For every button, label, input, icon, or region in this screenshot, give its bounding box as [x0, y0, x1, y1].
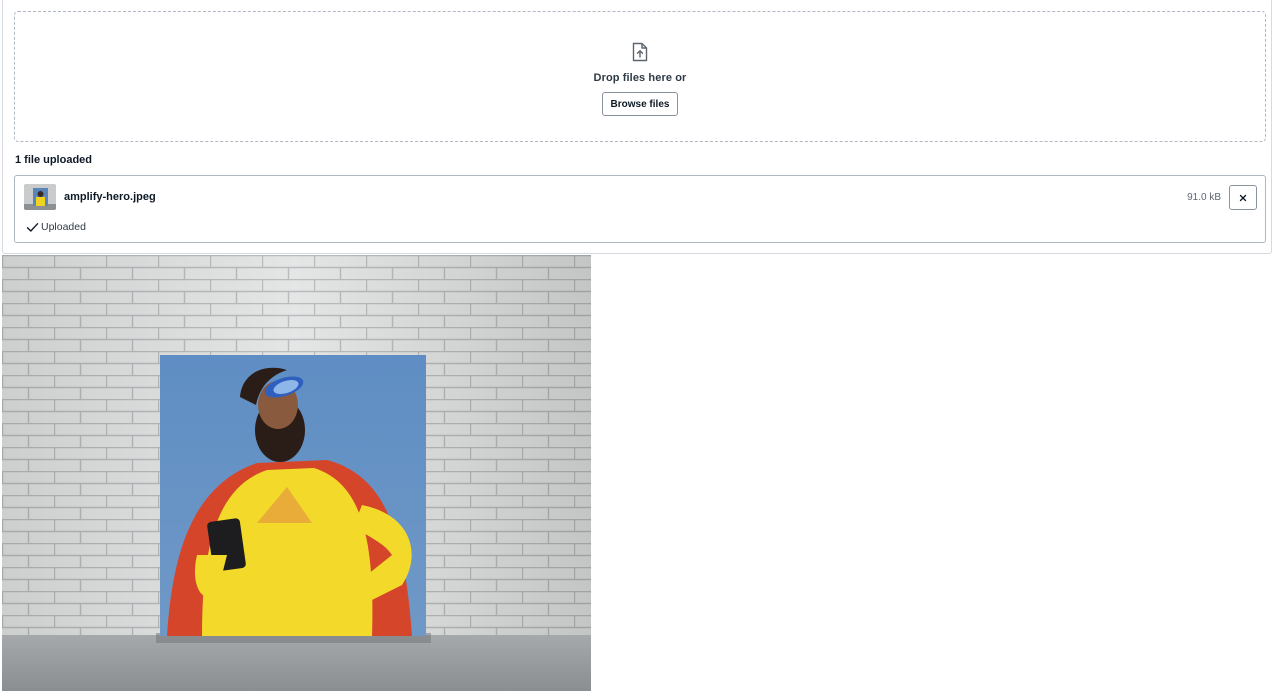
drop-zone[interactable]: Drop files here or Browse files [14, 11, 1266, 142]
file-upload-icon [632, 42, 648, 62]
checkmark-icon [26, 222, 39, 232]
upload-status: Uploaded [26, 221, 86, 233]
file-name: amplify-hero.jpeg [64, 191, 156, 203]
browse-files-button[interactable]: Browse files [601, 92, 679, 116]
remove-file-button[interactable] [1229, 185, 1257, 210]
file-list-item: amplify-hero.jpeg 91.0 kB Uploaded [14, 175, 1266, 243]
file-size: 91.0 kB [1187, 192, 1221, 203]
close-icon [1239, 194, 1247, 201]
file-uploader: Drop files here or Browse files 1 file u… [2, 0, 1272, 254]
upload-status-label: Uploaded [41, 221, 86, 233]
upload-count-label: 1 file uploaded [15, 154, 93, 166]
file-thumbnail [24, 184, 56, 210]
drop-zone-text: Drop files here or [593, 72, 687, 84]
image-preview [2, 255, 591, 691]
